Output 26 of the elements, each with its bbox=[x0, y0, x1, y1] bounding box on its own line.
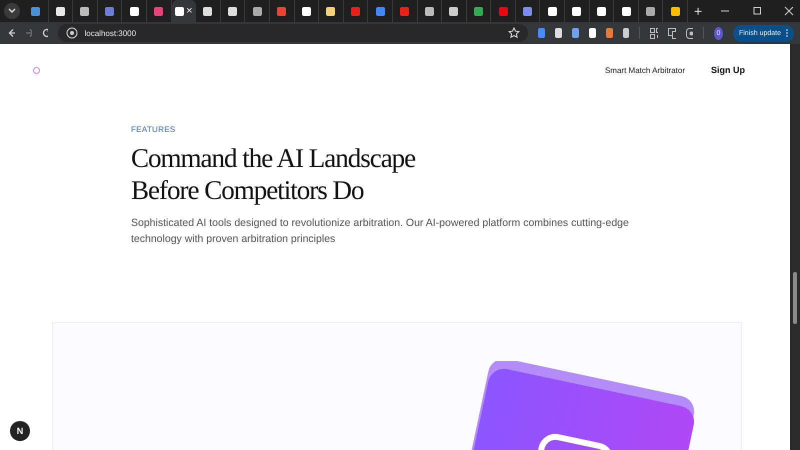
extension-icon[interactable] bbox=[622, 28, 630, 38]
section-label: FEATURES bbox=[131, 125, 176, 134]
description-text: Sophisticated AI tools designed to revolutionize arbitration. Our AI-powered platform combines cutting-edge technology with proven arbitration principles bbox=[131, 216, 630, 246]
back-icon[interactable] bbox=[8, 28, 15, 38]
site-info-icon[interactable] bbox=[66, 27, 78, 39]
nav-link[interactable]: Smart Match Arbitrator bbox=[604, 66, 685, 74]
forward-icon[interactable] bbox=[24, 28, 32, 38]
browser-tab[interactable]: × bbox=[172, 0, 196, 22]
close-icon[interactable] bbox=[784, 6, 794, 16]
extension-icon[interactable] bbox=[588, 28, 596, 38]
bookmark-star-icon[interactable] bbox=[508, 27, 520, 39]
heading-line: Command the AI Landscape bbox=[131, 142, 416, 174]
maximize-icon[interactable] bbox=[752, 6, 762, 16]
translate-icon[interactable] bbox=[668, 28, 676, 38]
dev-tools-badge[interactable]: N bbox=[10, 421, 30, 441]
qr-code-icon[interactable] bbox=[650, 28, 658, 38]
tab-search-button[interactable] bbox=[4, 3, 20, 19]
nav-link[interactable]: Sign Up bbox=[711, 65, 745, 75]
address-bar[interactable]: localhost:3000 bbox=[58, 24, 528, 42]
reload-icon[interactable] bbox=[42, 28, 48, 38]
extension-icon[interactable] bbox=[555, 28, 562, 38]
heading-line: Before Competitors Do bbox=[131, 174, 364, 206]
new-tab-button[interactable]: + bbox=[694, 4, 702, 18]
close-icon[interactable]: × bbox=[186, 6, 193, 16]
lens-icon[interactable] bbox=[686, 28, 694, 38]
chevron-icon bbox=[8, 8, 16, 14]
